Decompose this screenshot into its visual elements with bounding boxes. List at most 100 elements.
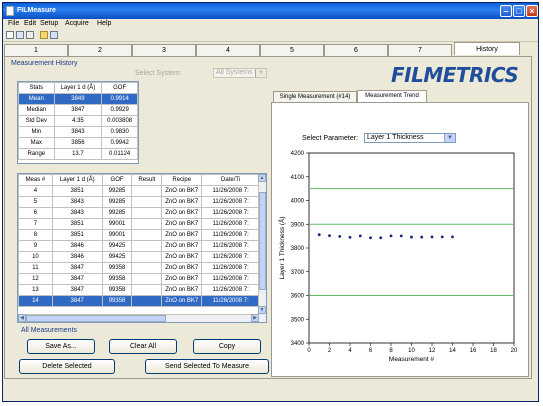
export-icon[interactable] [50,31,58,39]
filmetrics-logo: FILMETRICS [391,63,519,87]
scroll-thumb[interactable] [26,315,166,322]
meas-header[interactable]: GOF [101,174,133,186]
tab-history[interactable]: History [454,42,520,55]
select-system-value: All Systems [216,69,253,76]
select-system-dropdown[interactable]: All Systems ▼ [213,68,267,78]
meas-header[interactable]: Result [131,174,163,186]
clear-all-button[interactable]: Clear All [109,339,177,354]
meas-header[interactable]: Layer 1 d (Å) [51,174,103,186]
print-icon[interactable] [26,31,34,39]
data-point [420,235,424,239]
folder-icon[interactable] [40,31,48,39]
scroll-up-icon[interactable]: ▲ [258,174,266,182]
table-row[interactable]: 10 3846 99425 ZnO on BK7 11/26/2008 7: [18,251,260,263]
x-tick-label: 6 [369,348,373,354]
meas-header[interactable]: Recipe [161,174,203,186]
tab-6[interactable]: 6 [324,44,388,56]
x-tick-label: 16 [470,348,477,354]
table-row[interactable]: 4 3851 99285 ZnO on BK7 11/26/2008 7: [18,185,260,197]
delete-selected-button[interactable]: Delete Selected [19,359,115,374]
save-as-button[interactable]: Save As... [27,339,95,354]
new-icon[interactable] [6,31,14,39]
data-point [399,234,403,238]
table-row[interactable]: 9 3846 99425 ZnO on BK7 11/26/2008 7: [18,240,260,252]
tab-2[interactable]: 2 [68,44,132,56]
table-cell: 11/26/2008 7: [201,273,260,285]
table-cell: 6 [18,207,53,219]
results-panel: Single Measurement (#14) Measurement Tre… [271,90,529,377]
table-cell [131,218,163,230]
data-point [389,234,393,238]
menu-help[interactable]: Help [97,20,111,27]
table-row[interactable]: 14 3847 99358 ZnO on BK7 11/26/2008 7: [18,295,260,307]
x-tick-label: 4 [348,348,352,354]
table-cell: 99285 [101,207,133,219]
measurements-table-box: Meas # Layer 1 d (Å) GOF Result Recipe D… [17,173,267,323]
tab-4[interactable]: 4 [196,44,260,56]
scroll-down-icon[interactable]: ▼ [258,306,266,314]
stat-gof: 0.01124 [101,148,138,160]
table-cell [131,196,163,208]
table-row[interactable]: 6 3843 99285 ZnO on BK7 11/26/2008 7: [18,207,260,219]
measurements-vertical-scrollbar[interactable]: ▲ ▼ [258,174,266,322]
table-cell: ZnO on BK7 [161,284,203,296]
table-row[interactable]: 8 3851 99001 ZnO on BK7 11/26/2008 7: [18,229,260,241]
stats-row[interactable]: Range 13.7 0.01124 [18,148,138,160]
tab-measurement-trend[interactable]: Measurement Trend [357,90,427,102]
send-selected-button[interactable]: Send Selected To Measure [145,359,269,374]
stat-name: Range [18,148,55,160]
x-tick-label: 12 [429,348,436,354]
scroll-right-icon[interactable]: ▶ [251,314,259,322]
data-point [338,234,342,238]
menu-edit[interactable]: Edit [24,20,36,27]
table-cell: 13 [18,284,53,296]
table-cell: 11 [18,262,53,274]
maximize-icon[interactable]: □ [513,5,525,17]
table-cell: 11/26/2008 7: [201,185,260,197]
save-icon[interactable] [16,31,24,39]
stats-row[interactable]: Min 3843 0.9830 [18,126,138,138]
table-row[interactable]: 5 3843 99285 ZnO on BK7 11/26/2008 7: [18,196,260,208]
measurements-horizontal-scrollbar[interactable]: ◀ ▶ [18,314,259,322]
menu-setup[interactable]: Setup [40,20,58,27]
data-point [358,234,362,238]
title-bar[interactable]: FILMeasure – □ × [3,3,538,19]
stats-row[interactable]: Std Dev 4.35 0.003808 [18,115,138,127]
meas-header[interactable]: Date/Ti [201,174,260,186]
close-icon[interactable]: × [526,5,538,17]
stats-row[interactable]: Max 3856 0.9942 [18,137,138,149]
copy-button[interactable]: Copy [193,339,261,354]
table-row[interactable]: 13 3847 99358 ZnO on BK7 11/26/2008 7: [18,284,260,296]
tab-single-measurement[interactable]: Single Measurement (#14) [273,91,357,102]
tab-3[interactable]: 3 [132,44,196,56]
measurement-history-label: Measurement History [11,60,78,67]
table-cell: 99425 [101,251,133,263]
menu-file[interactable]: File [8,20,19,27]
table-row[interactable]: 7 3851 99001 ZnO on BK7 11/26/2008 7: [18,218,260,230]
stat-name: Mean [18,93,55,105]
minimize-icon[interactable]: – [500,5,512,17]
stats-header: Stats [18,82,55,94]
tab-5[interactable]: 5 [260,44,324,56]
stats-row[interactable]: Median 3847 0.9929 [18,104,138,116]
table-cell: 7 [18,218,53,230]
stats-row[interactable]: Mean 3849 0.9914 [18,93,138,105]
y-tick-label: 4000 [291,199,305,205]
tab-1[interactable]: 1 [4,44,68,56]
table-cell: 11/26/2008 7: [201,262,260,274]
measurement-tabs: 1 2 3 4 5 6 7 History [4,42,532,56]
table-row[interactable]: 12 3847 99358 ZnO on BK7 11/26/2008 7: [18,273,260,285]
table-cell: 99425 [101,240,133,252]
scroll-left-icon[interactable]: ◀ [18,314,26,322]
table-cell: ZnO on BK7 [161,295,203,307]
meas-header[interactable]: Meas # [18,174,53,186]
data-point [328,234,331,238]
stat-name: Std Dev [18,115,55,127]
tab-7[interactable]: 7 [388,44,452,56]
table-row[interactable]: 11 3847 99358 ZnO on BK7 11/26/2008 7: [18,262,260,274]
stat-name: Min [18,126,55,138]
table-cell: 14 [18,295,53,307]
scroll-thumb[interactable] [259,192,266,290]
table-cell: 3851 [51,218,103,230]
menu-acquire[interactable]: Acquire [65,20,89,27]
